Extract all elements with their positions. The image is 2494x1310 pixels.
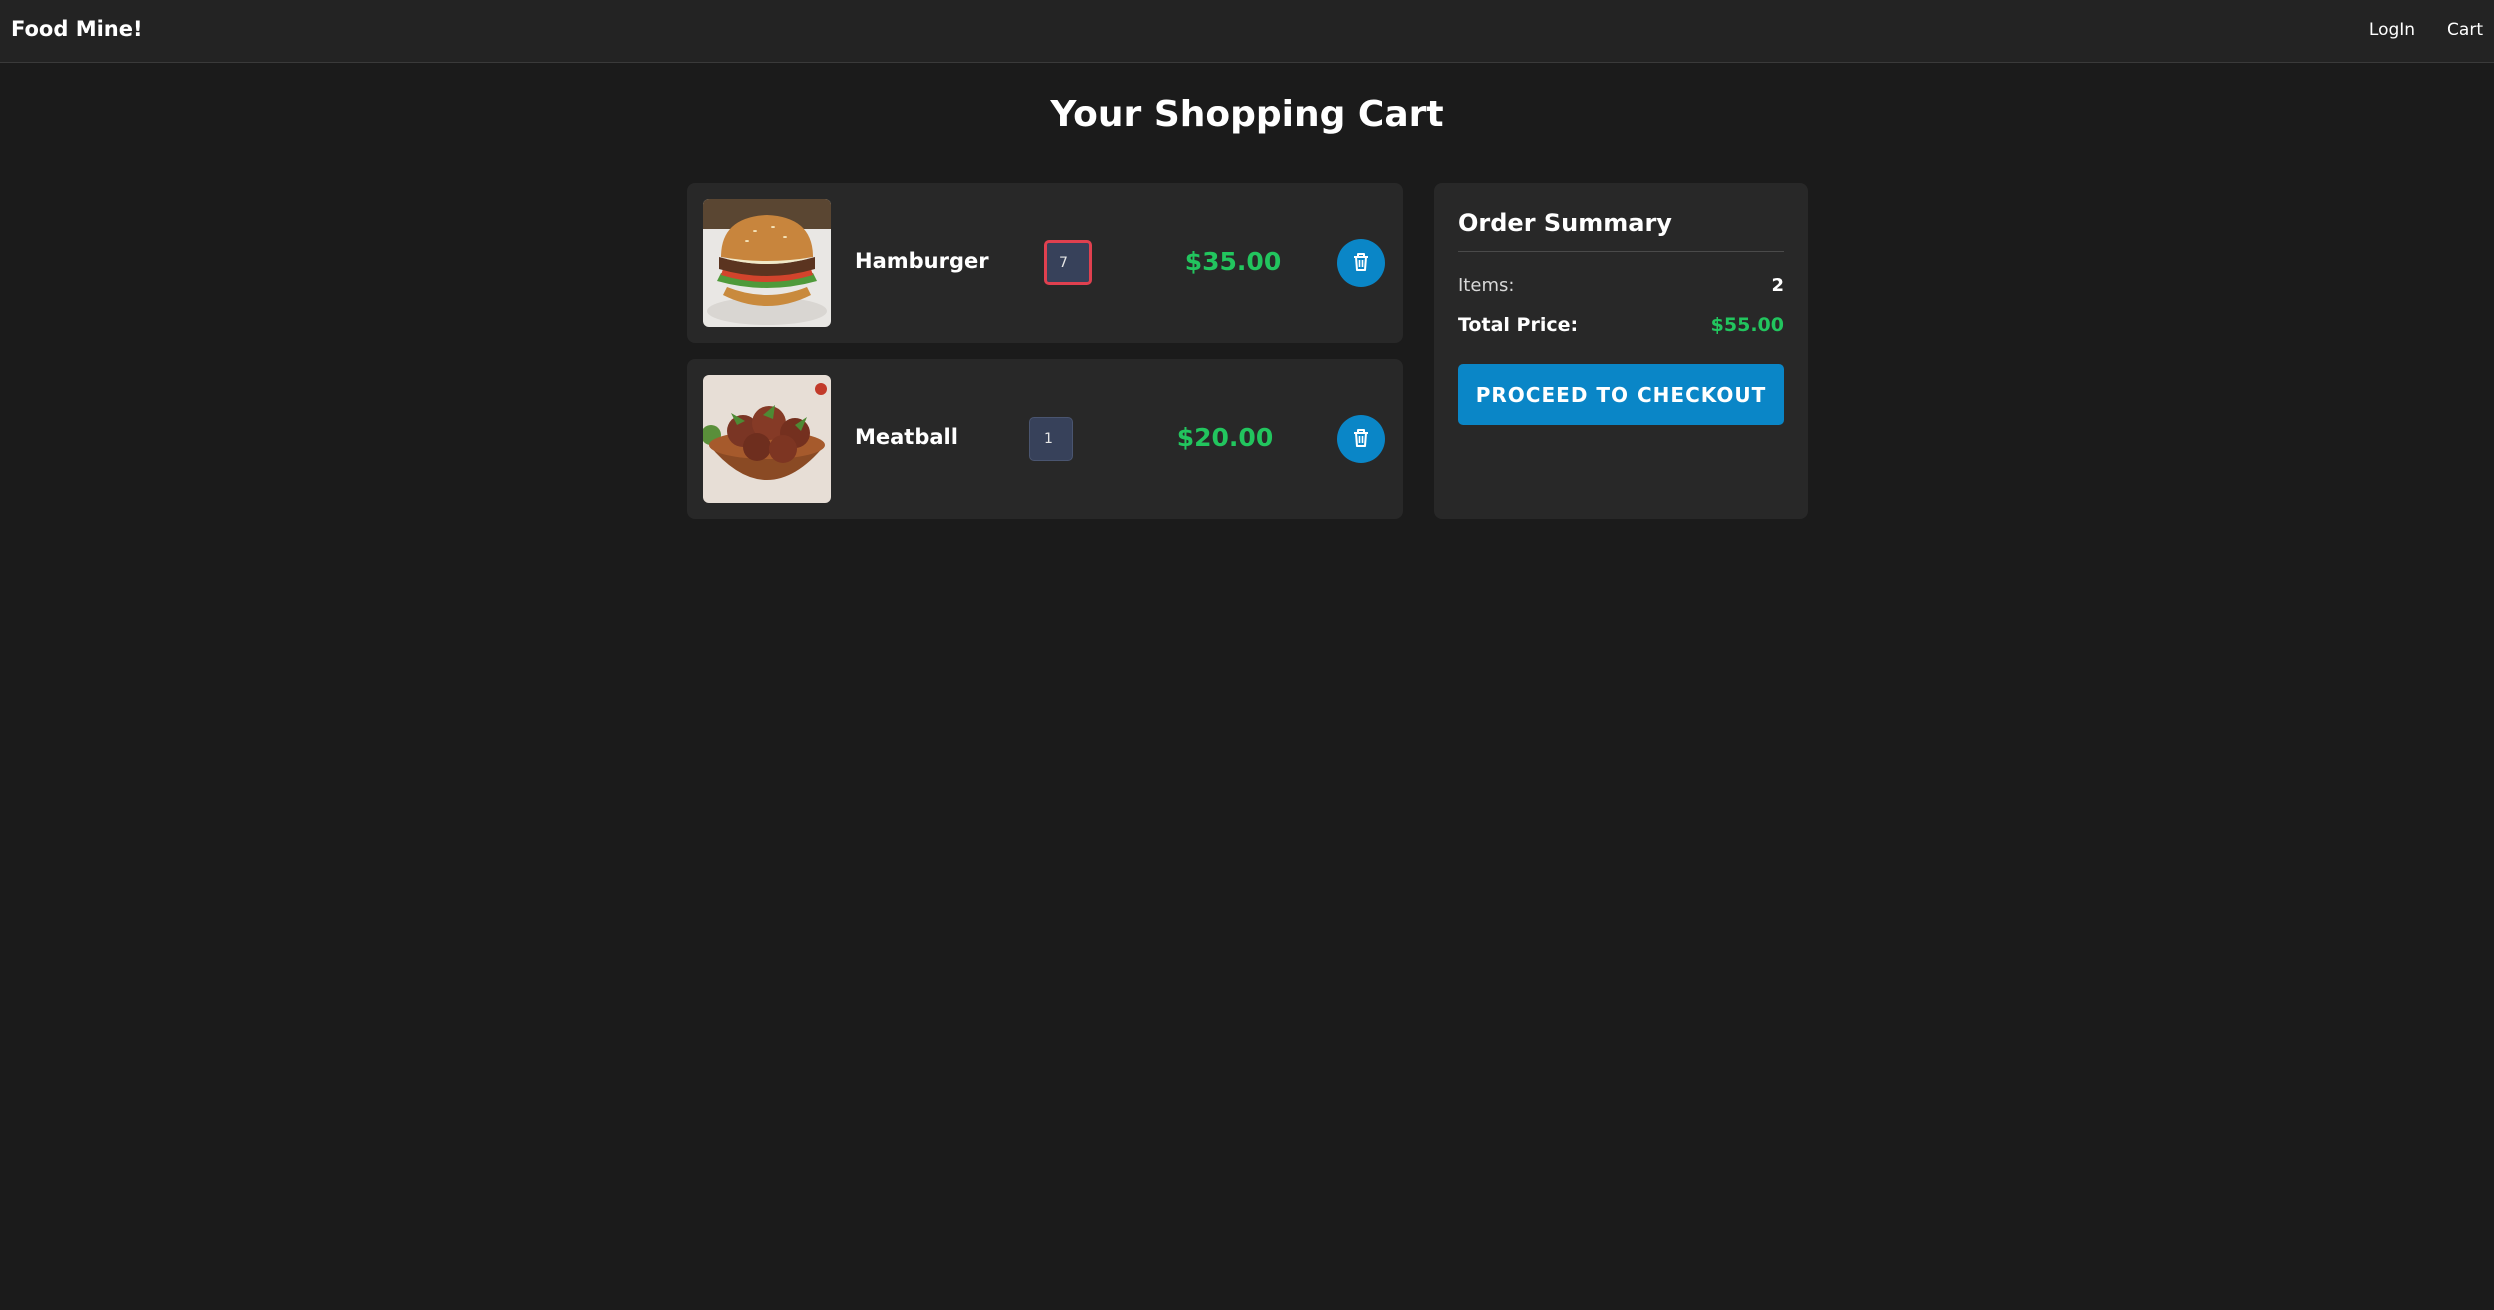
- items-count: 2: [1771, 275, 1784, 296]
- total-price-label: Total Price:: [1458, 314, 1579, 336]
- quantity-input[interactable]: [1044, 240, 1092, 285]
- trash-icon: [1352, 428, 1370, 451]
- divider: [1458, 251, 1784, 252]
- page-title: Your Shopping Cart: [1050, 94, 1444, 135]
- summary-title: Order Summary: [1458, 209, 1672, 237]
- item-name: Hamburger: [855, 249, 989, 273]
- meatball-image: [703, 375, 831, 503]
- total-price-row: Total Price: $55.00: [1458, 314, 1784, 336]
- items-label: Items:: [1458, 275, 1515, 296]
- cart-item-hamburger: Hamburger $35.00: [687, 183, 1403, 343]
- order-summary: Order Summary Items: 2 Total Price: $55.…: [1434, 183, 1808, 519]
- item-price: $20.00: [1176, 423, 1274, 452]
- brand-logo[interactable]: Food Mine!: [11, 17, 143, 41]
- delete-item-button[interactable]: [1337, 239, 1385, 287]
- nav-cart-link[interactable]: Cart: [2447, 20, 2483, 40]
- nav-links: LogIn Cart: [2369, 20, 2483, 40]
- top-navbar: Food Mine! LogIn Cart: [0, 0, 2494, 63]
- item-name: Meatball: [855, 425, 958, 449]
- items-count-row: Items: 2: [1458, 275, 1784, 296]
- cart-item-meatball: Meatball $20.00: [687, 359, 1403, 519]
- delete-item-button[interactable]: [1337, 415, 1385, 463]
- hamburger-image: [703, 199, 831, 327]
- item-price: $35.00: [1184, 247, 1282, 276]
- trash-icon: [1352, 252, 1370, 275]
- total-price-value: $55.00: [1710, 314, 1784, 336]
- nav-login-link[interactable]: LogIn: [2369, 20, 2415, 40]
- checkout-button[interactable]: PROCEED TO CHECKOUT: [1458, 364, 1784, 425]
- quantity-input[interactable]: [1029, 417, 1073, 461]
